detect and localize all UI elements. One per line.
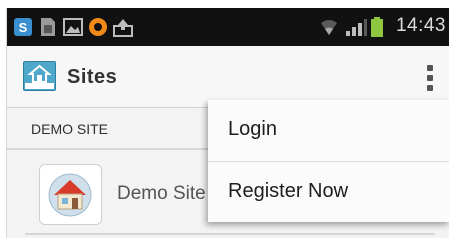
upload-icon: [113, 19, 133, 37]
menu-item-login[interactable]: Login: [208, 100, 449, 160]
sim-card-icon: [41, 18, 55, 36]
action-bar: Sites: [7, 46, 449, 108]
site-name: Demo Site: [117, 183, 206, 204]
overflow-menu-icon: [427, 85, 433, 91]
home-icon: [27, 64, 52, 83]
app-logo: [23, 61, 56, 91]
signal-icon: [346, 19, 367, 36]
section-header-label: DEMO SITE: [31, 121, 109, 137]
status-bar: S 14:43: [7, 8, 449, 46]
phone-screen: S 14:43 Sites DEMO SITE Demo Site Login …: [6, 8, 449, 238]
menu-item-register-now[interactable]: Register Now: [208, 162, 449, 222]
overflow-popup-menu: Login Register Now: [208, 100, 449, 222]
record-icon: [89, 18, 107, 36]
skype-icon: S: [14, 18, 32, 36]
overflow-menu-icon: [427, 75, 433, 81]
image-icon: [63, 18, 83, 36]
app-logo-brand-strip: [25, 83, 54, 89]
overflow-menu-button[interactable]: [423, 63, 437, 93]
overflow-menu-icon: [427, 65, 433, 71]
house-icon: [48, 173, 92, 217]
divider: [25, 233, 435, 235]
svg-text:S: S: [19, 20, 28, 35]
page-title: Sites: [67, 66, 118, 88]
menu-item-label: Register Now: [228, 180, 349, 202]
menu-item-label: Login: [228, 118, 277, 140]
battery-icon: [371, 17, 383, 37]
status-time: 14:43: [395, 15, 446, 36]
wifi-icon: [321, 20, 337, 35]
site-thumbnail: [39, 164, 102, 225]
